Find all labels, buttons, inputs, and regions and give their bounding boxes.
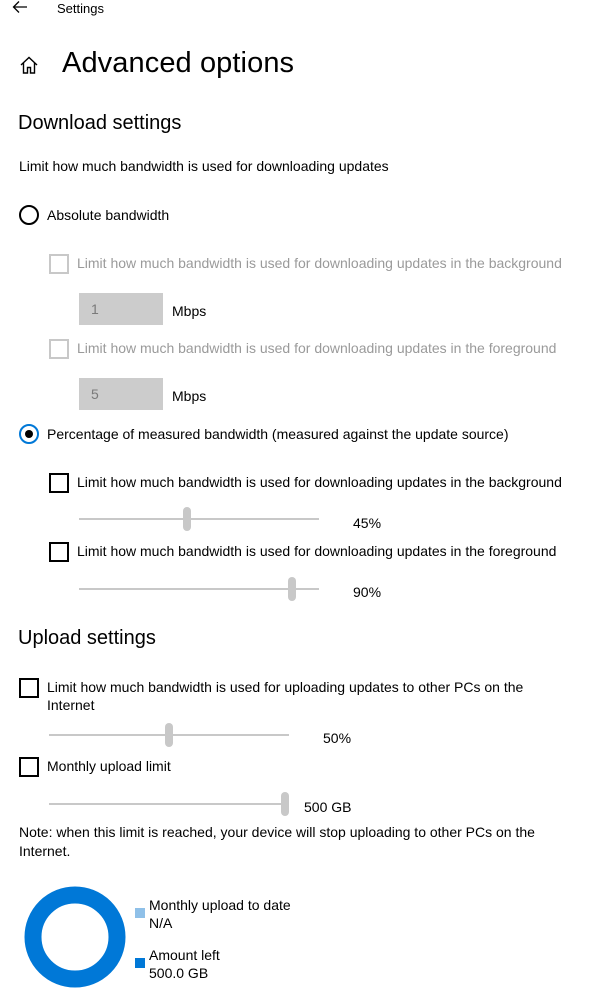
upload-usage-ring: [24, 886, 126, 988]
monthly-upload-value: 500 GB: [304, 799, 352, 815]
legend-swatch-amount-left: [135, 958, 145, 968]
absolute-background-checkbox[interactable]: [49, 254, 69, 274]
monthly-upload-slider[interactable]: [49, 792, 289, 816]
upload-note-line1: Note: when this limit is reached, your d…: [19, 824, 535, 840]
percentage-foreground-value: 90%: [353, 584, 382, 600]
percentage-foreground-label: Limit how much bandwidth is used for dow…: [77, 543, 557, 559]
legend-value-amount-left: 500.0 GB: [149, 965, 209, 981]
upload-usage-donut: [24, 886, 126, 988]
slider-track: [49, 803, 289, 805]
percentage-bandwidth-radio[interactable]: [19, 424, 39, 444]
legend-label-upload-to-date: Monthly upload to date: [149, 897, 291, 913]
percentage-foreground-checkbox[interactable]: [49, 542, 69, 562]
percentage-background-label: Limit how much bandwidth is used for dow…: [77, 474, 562, 490]
back-arrow-icon[interactable]: [12, 0, 28, 14]
absolute-foreground-label: Limit how much bandwidth is used for dow…: [77, 340, 557, 356]
legend-swatch-upload-to-date: [135, 908, 145, 918]
absolute-background-mbps-input[interactable]: 1: [79, 293, 163, 325]
slider-track: [79, 518, 319, 520]
download-description: Limit how much bandwidth is used for dow…: [19, 158, 389, 174]
legend-label-amount-left: Amount left: [149, 947, 220, 963]
absolute-foreground-unit: Mbps: [172, 388, 207, 404]
absolute-bandwidth-label: Absolute bandwidth: [47, 207, 170, 223]
upload-limit-value: 50%: [323, 730, 352, 746]
upload-limit-slider[interactable]: [49, 723, 289, 747]
legend-value-upload-to-date: N/A: [149, 915, 173, 931]
home-icon[interactable]: [19, 55, 39, 75]
absolute-foreground-checkbox[interactable]: [49, 339, 69, 359]
percentage-foreground-slider[interactable]: [79, 577, 319, 601]
slider-thumb[interactable]: [165, 723, 173, 747]
slider-thumb[interactable]: [281, 792, 289, 816]
page-title: Advanced options: [62, 47, 295, 79]
absolute-foreground-mbps-input[interactable]: 5: [79, 378, 163, 410]
upload-note-line2: Internet.: [19, 843, 71, 859]
upload-limit-checkbox[interactable]: [19, 678, 39, 698]
percentage-background-checkbox[interactable]: [49, 473, 69, 493]
upload-limit-label-line1: Limit how much bandwidth is used for upl…: [47, 679, 524, 695]
download-settings-heading: Download settings: [18, 112, 182, 134]
absolute-background-label: Limit how much bandwidth is used for dow…: [77, 255, 562, 271]
monthly-upload-label: Monthly upload limit: [47, 758, 171, 774]
absolute-background-unit: Mbps: [172, 303, 207, 319]
monthly-upload-checkbox[interactable]: [19, 757, 39, 777]
slider-track: [79, 588, 319, 590]
percentage-background-value: 45%: [353, 515, 382, 531]
window-title: Settings: [57, 1, 104, 16]
absolute-bandwidth-radio[interactable]: [19, 205, 39, 225]
upload-settings-heading: Upload settings: [18, 627, 156, 649]
percentage-bandwidth-label: Percentage of measured bandwidth (measur…: [47, 426, 509, 442]
slider-thumb[interactable]: [183, 507, 191, 531]
slider-thumb[interactable]: [288, 577, 296, 601]
upload-limit-label-line2: Internet: [47, 697, 95, 713]
percentage-background-slider[interactable]: [79, 507, 319, 531]
